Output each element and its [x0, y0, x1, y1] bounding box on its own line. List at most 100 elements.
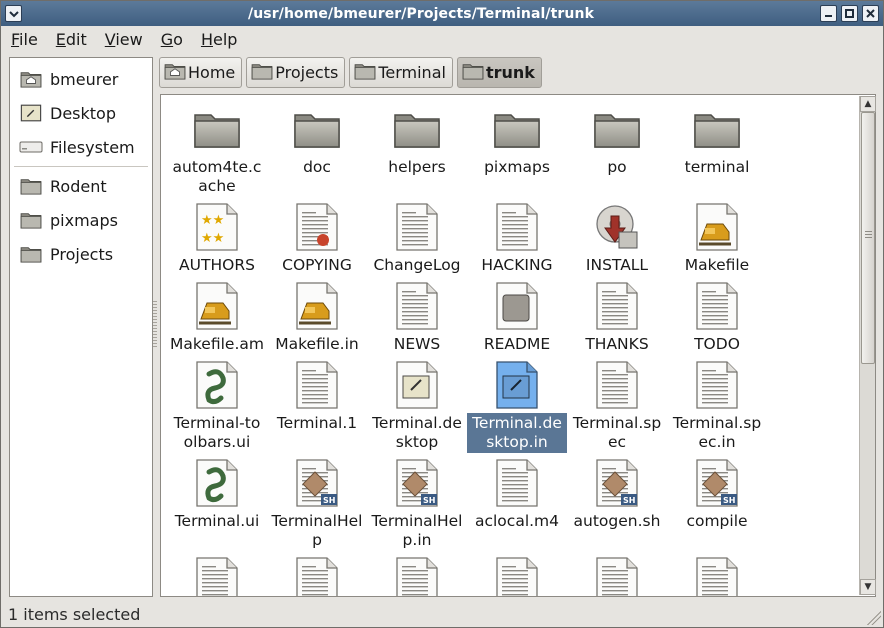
file-name: THANKS	[585, 335, 649, 353]
menu-view[interactable]: View	[105, 30, 143, 49]
scroll-up-button[interactable]: ▲	[860, 96, 876, 112]
file-item[interactable]: po	[567, 103, 667, 197]
path-button-label: Home	[188, 63, 236, 82]
sidebar-item-projects[interactable]: Projects	[10, 237, 152, 271]
path-bar: Home Projects Terminal trunk	[159, 57, 542, 89]
svg-text:★★: ★★	[201, 213, 224, 228]
window-menu-button[interactable]	[5, 5, 22, 22]
file-item[interactable]	[467, 555, 567, 596]
folder-icon	[591, 103, 643, 155]
file-item[interactable]: Terminal.desktop.in	[467, 359, 567, 453]
minimize-icon	[825, 15, 832, 17]
file-item[interactable]: Makefile	[667, 201, 767, 276]
file-item[interactable]: SH TerminalHelp	[267, 457, 367, 551]
resize-grip[interactable]	[867, 611, 881, 625]
icon-view: autom4te.cache doc helpers pixmaps po te…	[160, 94, 876, 597]
file-item[interactable]: aclocal.m4	[467, 457, 567, 551]
menu-file[interactable]: File	[11, 30, 38, 49]
sidebar-item-label: Rodent	[50, 176, 107, 196]
file-item[interactable]	[567, 555, 667, 596]
maximize-button[interactable]	[841, 5, 858, 22]
file-item[interactable]: COPYING	[267, 201, 367, 276]
file-name: ChangeLog	[373, 256, 461, 274]
file-name: po	[607, 158, 627, 176]
menu-label: iew	[115, 30, 143, 49]
svg-text:SH: SH	[323, 496, 335, 505]
file-item[interactable]: INSTALL	[567, 201, 667, 276]
file-item[interactable]: SH TerminalHelp.in	[367, 457, 467, 551]
menu-mnemonic: H	[200, 30, 213, 49]
window-title: /usr/home/bmeurer/Projects/Terminal/trun…	[248, 5, 594, 22]
file-name: compile	[686, 512, 748, 530]
file-item[interactable]: NEWS	[367, 280, 467, 355]
file-item[interactable]: README	[467, 280, 567, 355]
file-item[interactable]	[367, 555, 467, 596]
file-item[interactable]: TODO	[667, 280, 767, 355]
pane-resize-handle[interactable]	[153, 301, 157, 347]
file-name: Terminal.ui	[174, 512, 260, 530]
file-item[interactable]: Terminal.desktop	[367, 359, 467, 453]
scrollbar-thumb[interactable]	[861, 112, 875, 364]
file-item[interactable]: Terminal.spec	[567, 359, 667, 453]
menu-mnemonic: V	[104, 30, 116, 49]
path-button-trunk[interactable]: trunk	[456, 57, 542, 88]
text-file-icon	[591, 555, 643, 596]
file-item[interactable]: Makefile.in	[267, 280, 367, 355]
home-folder-icon	[164, 62, 186, 84]
menu-label: dit	[65, 30, 87, 49]
file-item[interactable]	[667, 555, 767, 596]
home-folder-icon	[18, 68, 44, 90]
file-item[interactable]: Terminal-toolbars.ui	[167, 359, 267, 453]
file-item[interactable]: Makefile.am	[167, 280, 267, 355]
file-item[interactable]: SH autogen.sh	[567, 457, 667, 551]
file-item[interactable]	[267, 555, 367, 596]
file-item[interactable]: HACKING	[467, 201, 567, 276]
title-bar[interactable]: /usr/home/bmeurer/Projects/Terminal/trun…	[1, 1, 883, 26]
menu-bar: File Edit View Go Help	[1, 26, 883, 53]
menu-edit[interactable]: Edit	[56, 30, 87, 49]
file-item[interactable]: Terminal.spec.in	[667, 359, 767, 453]
sidebar-item-pixmaps[interactable]: pixmaps	[10, 203, 152, 237]
file-name: HACKING	[481, 256, 553, 274]
file-item[interactable]: ChangeLog	[367, 201, 467, 276]
folder-icon	[491, 103, 543, 155]
file-item[interactable]: Terminal.ui	[167, 457, 267, 551]
text-file-icon	[691, 359, 743, 411]
file-item[interactable]: THANKS	[567, 280, 667, 355]
file-item[interactable]	[167, 555, 267, 596]
file-name: README	[483, 335, 551, 353]
vertical-scrollbar[interactable]: ▲ ▼	[859, 96, 876, 595]
maximize-icon	[845, 9, 854, 18]
file-item[interactable]: doc	[267, 103, 367, 197]
file-item[interactable]: ★★ ★★ AUTHORS	[167, 201, 267, 276]
file-name: NEWS	[393, 335, 441, 353]
file-item[interactable]: terminal	[667, 103, 767, 197]
shell-script-icon: SH	[691, 457, 743, 509]
sidebar-item-rodent[interactable]: Rodent	[10, 169, 152, 203]
folder-icon	[691, 103, 743, 155]
menu-go[interactable]: Go	[161, 30, 183, 49]
copying-icon	[291, 201, 343, 253]
shell-script-icon: SH	[391, 457, 443, 509]
close-button[interactable]	[862, 5, 879, 22]
file-name: TODO	[694, 335, 740, 353]
path-button-projects[interactable]: Projects	[246, 57, 346, 88]
sidebar-item-desktop[interactable]: Desktop	[10, 96, 152, 130]
file-item[interactable]: helpers	[367, 103, 467, 197]
sidebar-item-label: Projects	[50, 244, 114, 264]
path-button-terminal[interactable]: Terminal	[349, 57, 453, 88]
sidebar-item-filesystem[interactable]: Filesystem	[10, 130, 152, 164]
menu-help[interactable]: Help	[201, 30, 237, 49]
authors-icon: ★★ ★★	[191, 201, 243, 253]
harddisk-icon	[18, 136, 44, 158]
text-file-icon	[191, 555, 243, 596]
file-item[interactable]: pixmaps	[467, 103, 567, 197]
folder-icon	[18, 243, 44, 265]
file-item[interactable]: Terminal.1	[267, 359, 367, 453]
scroll-down-button[interactable]: ▼	[860, 579, 876, 595]
file-item[interactable]: autom4te.cache	[167, 103, 267, 197]
minimize-button[interactable]	[820, 5, 837, 22]
file-item[interactable]: SH compile	[667, 457, 767, 551]
path-button-home[interactable]: Home	[159, 57, 243, 88]
sidebar-item-bmeurer[interactable]: bmeurer	[10, 62, 152, 96]
